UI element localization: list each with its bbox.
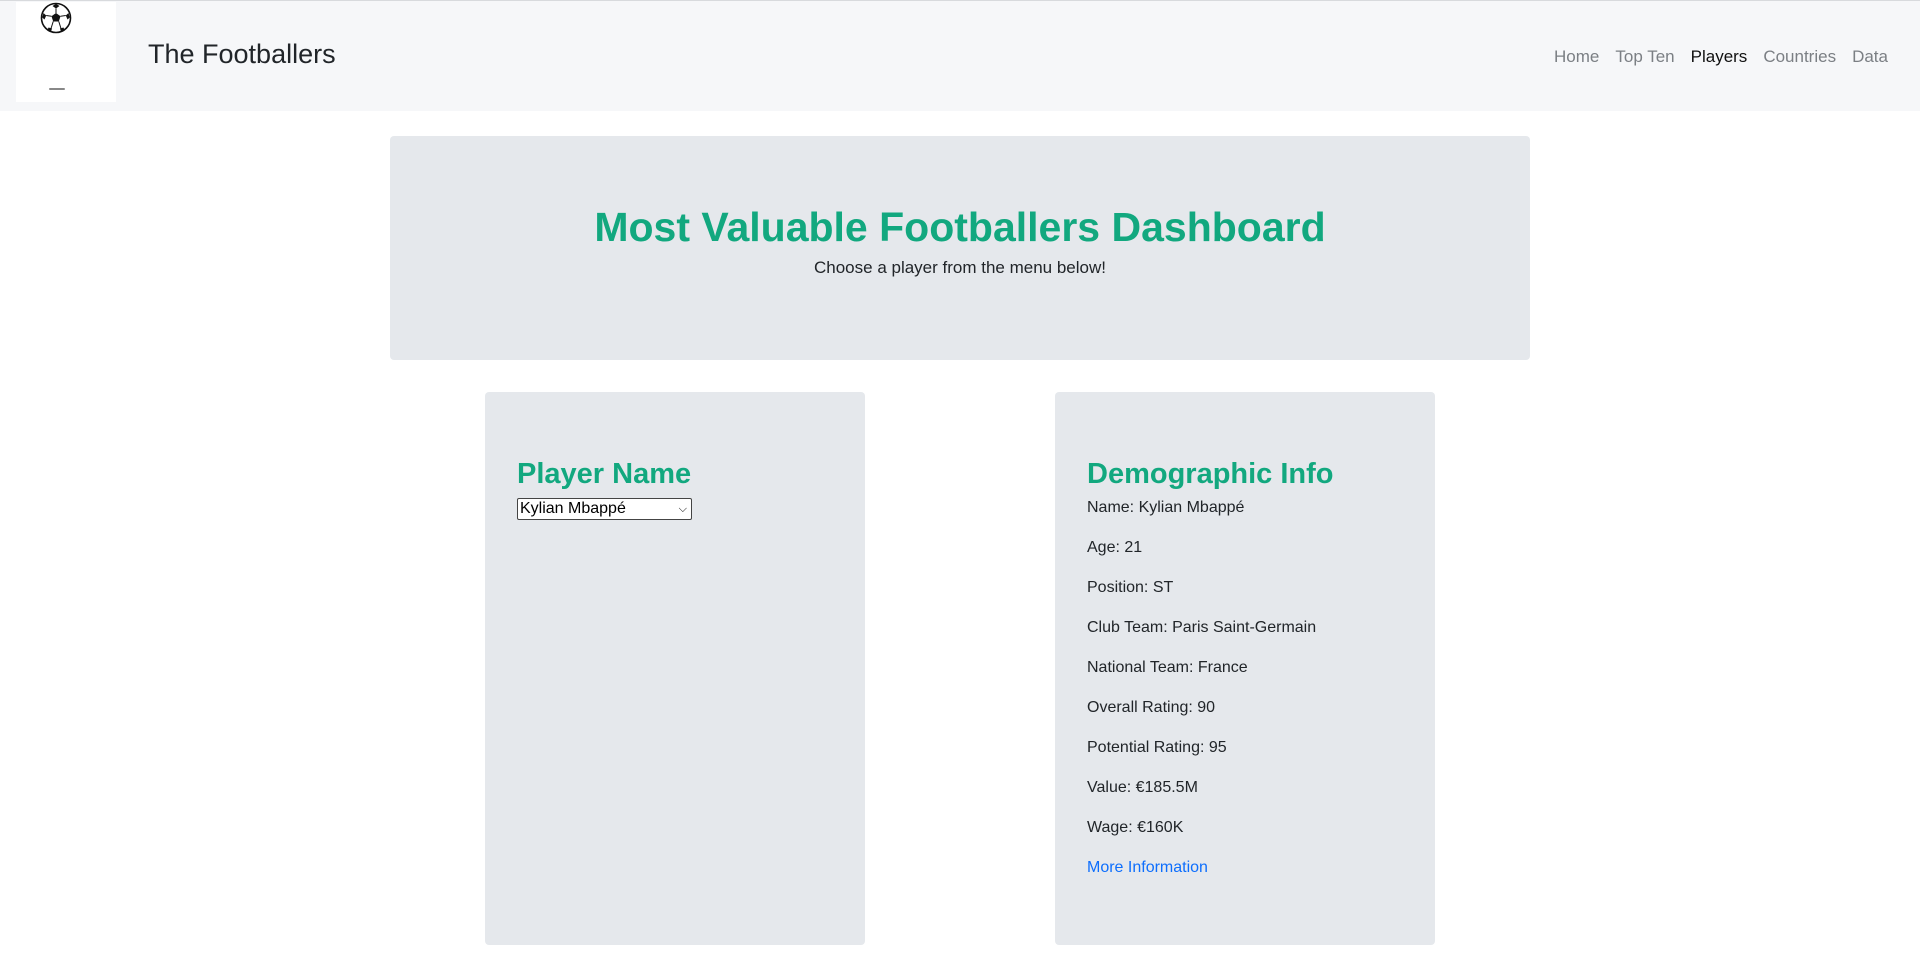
nav-link-players[interactable]: Players [1683, 45, 1756, 69]
demographic-info-card: Demographic Info Name: Kylian Mbappé Age… [1055, 392, 1435, 945]
nav-link-data[interactable]: Data [1844, 45, 1896, 69]
brand-title[interactable]: The Footballers [148, 37, 336, 71]
soccer-ball-icon [40, 2, 72, 34]
player-select-value: Kylian Mbappé [520, 500, 626, 517]
info-age: Age: 21 [1087, 539, 1143, 556]
demographic-info-heading: Demographic Info [1087, 458, 1334, 490]
brand-logo[interactable] [16, 2, 116, 102]
info-wage: Wage: €160K [1087, 819, 1184, 836]
nav-link-countries[interactable]: Countries [1755, 45, 1844, 69]
player-name-card: Player Name Kylian Mbappé ⌵ [485, 392, 865, 945]
jumbotron: Most Valuable Footballers Dashboard Choo… [390, 136, 1530, 360]
demographic-info-list: Name: Kylian Mbappé Age: 21 Position: ST… [1087, 498, 1316, 878]
navbar: The Footballers Home Top Ten Players Cou… [0, 0, 1920, 111]
info-name: Name: Kylian Mbappé [1087, 499, 1245, 516]
page-title: Most Valuable Footballers Dashboard [594, 204, 1326, 250]
info-potential-rating: Potential Rating: 95 [1087, 739, 1227, 756]
info-position: Position: ST [1087, 579, 1174, 596]
player-name-heading: Player Name [517, 458, 692, 490]
more-information-link[interactable]: More Information [1087, 858, 1316, 878]
chevron-down-icon: ⌵ [678, 502, 687, 515]
nav-links: Home Top Ten Players Countries Data [1546, 45, 1896, 69]
nav-link-home[interactable]: Home [1546, 45, 1607, 69]
page-lead: Choose a player from the menu below! [814, 258, 1106, 277]
info-overall-rating: Overall Rating: 90 [1087, 699, 1216, 716]
player-select[interactable]: Kylian Mbappé ⌵ [517, 498, 692, 520]
nav-link-top-ten[interactable]: Top Ten [1607, 45, 1682, 69]
info-club-team: Club Team: Paris Saint-Germain [1087, 619, 1317, 636]
logo-shadow [49, 88, 65, 90]
info-value: Value: €185.5M [1087, 779, 1198, 796]
info-national-team: National Team: France [1087, 659, 1248, 676]
